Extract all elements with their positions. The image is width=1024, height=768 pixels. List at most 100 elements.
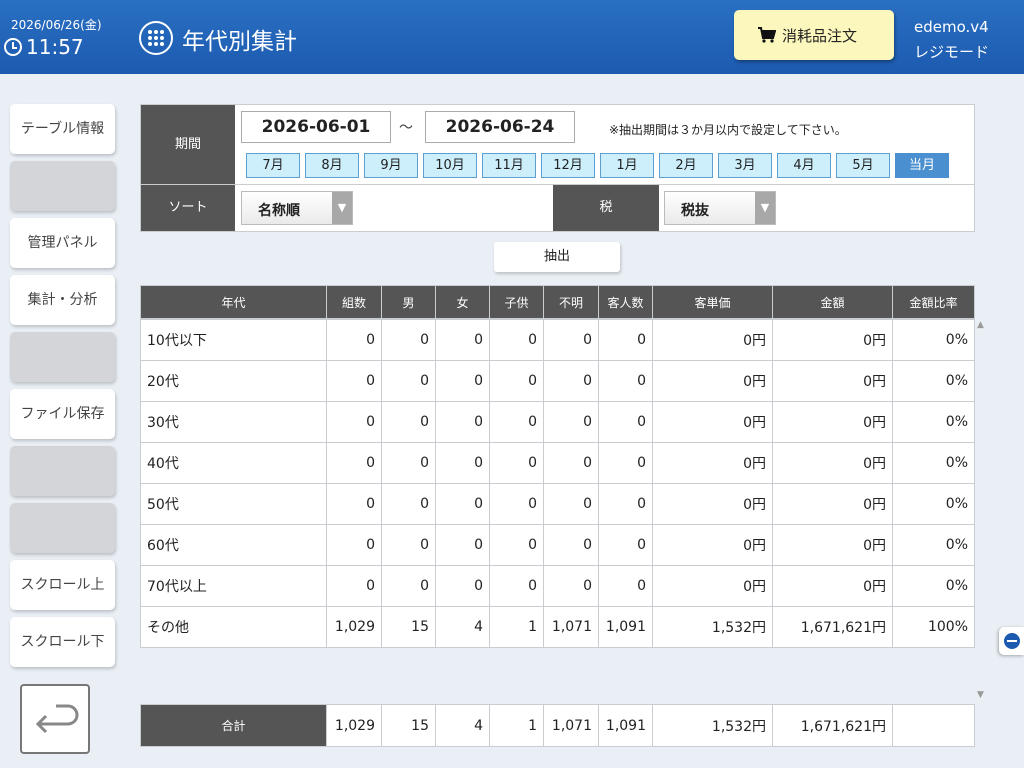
sort-label: ソート xyxy=(141,185,235,231)
table-cell: 0円 xyxy=(772,524,893,566)
month-button[interactable]: 10月 xyxy=(423,153,477,178)
table-cell: 0 xyxy=(435,360,490,402)
table-row[interactable]: 40代 0 0 0 0 0 0 0円 0円 0% xyxy=(140,442,975,484)
remote-support-tab[interactable] xyxy=(999,627,1024,655)
cart-icon xyxy=(758,27,776,43)
order-supplies-label: 消耗品注文 xyxy=(782,27,858,45)
table-cell: 0 xyxy=(435,401,490,443)
total-cell: 1,029 xyxy=(326,704,382,747)
sidebar-table-info-button[interactable]: テーブル情報 xyxy=(10,104,115,154)
table-cell: 1,532円 xyxy=(652,606,773,648)
sidebar-save-file-button[interactable]: ファイル保存 xyxy=(10,389,115,439)
total-cell: 1,071 xyxy=(543,704,599,747)
table-cell: 0 xyxy=(326,360,382,402)
table-cell: 0 xyxy=(598,483,653,525)
table-cell: 15 xyxy=(381,606,436,648)
table-cell: 0 xyxy=(598,442,653,484)
column-header: 男 xyxy=(381,285,436,319)
mode-label: レジモード xyxy=(914,43,990,61)
table-cell: 0 xyxy=(435,319,490,361)
table-cell: 0 xyxy=(326,319,382,361)
month-button[interactable]: 12月 xyxy=(541,153,595,178)
column-header: 子供 xyxy=(489,285,544,319)
table-cell: 0 xyxy=(543,360,599,402)
table-cell: 0 xyxy=(435,565,490,607)
table-cell: 0円 xyxy=(772,319,893,361)
grid-menu-icon[interactable] xyxy=(139,21,173,55)
extract-button[interactable]: 抽出 xyxy=(494,242,620,272)
return-arrow-icon xyxy=(35,704,79,734)
order-supplies-button[interactable]: 消耗品注文 xyxy=(734,10,894,60)
period-label: 期間 xyxy=(141,105,235,185)
chevron-down-icon: ▼ xyxy=(332,192,352,224)
current-month-button[interactable]: 当月 xyxy=(895,153,949,178)
column-header: 不明 xyxy=(543,285,599,319)
table-cell: 1,671,621円 xyxy=(772,606,893,648)
sort-select[interactable]: 名称順 ▼ xyxy=(241,191,353,225)
sidebar-empty-button xyxy=(10,161,115,211)
sidebar-scroll-up-button[interactable]: スクロール上 xyxy=(10,560,115,610)
table-cell: 0% xyxy=(892,360,975,402)
total-cell: 1,671,621円 xyxy=(772,704,893,747)
sidebar-scroll-down-button[interactable]: スクロール下 xyxy=(10,617,115,667)
month-button[interactable]: 11月 xyxy=(482,153,536,178)
table-row[interactable]: 70代以上 0 0 0 0 0 0 0円 0円 0% xyxy=(140,565,975,607)
table-row[interactable]: 50代 0 0 0 0 0 0 0円 0円 0% xyxy=(140,483,975,525)
table-cell: その他 xyxy=(140,606,327,648)
table-header: 年代 組数 男 女 子供 不明 客人数 客単価 金額 金額比率 xyxy=(140,285,975,319)
month-button[interactable]: 9月 xyxy=(364,153,418,178)
header-bar: 2026/06/26(金) 11:57 年代別集計 消耗品注文 edemo.v4… xyxy=(0,0,1024,74)
month-button[interactable]: 8月 xyxy=(305,153,359,178)
table-cell: 0 xyxy=(598,319,653,361)
month-button[interactable]: 7月 xyxy=(246,153,300,178)
table-row[interactable]: 10代以下 0 0 0 0 0 0 0円 0円 0% xyxy=(140,319,975,361)
table-cell: 0 xyxy=(489,442,544,484)
month-button[interactable]: 3月 xyxy=(718,153,772,178)
table-cell: 0円 xyxy=(652,319,773,361)
tax-select[interactable]: 税抜 ▼ xyxy=(664,191,776,225)
table-cell: 0% xyxy=(892,442,975,484)
table-scroll-down-icon[interactable]: ▼ xyxy=(977,690,984,700)
table-cell: 0円 xyxy=(772,360,893,402)
table-cell: 0 xyxy=(435,524,490,566)
header-time: 11:57 xyxy=(4,35,84,59)
start-date-field[interactable]: 2026-06-01 xyxy=(241,111,391,143)
sidebar-analysis-button[interactable]: 集計・分析 xyxy=(10,275,115,325)
month-button[interactable]: 2月 xyxy=(659,153,713,178)
table-cell: 0 xyxy=(489,483,544,525)
sidebar-empty-button xyxy=(10,332,115,382)
table-cell: 0円 xyxy=(652,360,773,402)
table-cell: 0円 xyxy=(652,565,773,607)
end-date-field[interactable]: 2026-06-24 xyxy=(425,111,575,143)
table-scroll-up-icon[interactable]: ▲ xyxy=(977,320,984,330)
table-cell: 0 xyxy=(381,483,436,525)
table-cell: 0 xyxy=(381,401,436,443)
table-cell: 4 xyxy=(435,606,490,648)
table-cell: 0 xyxy=(598,360,653,402)
period-note: ※抽出期間は３か月以内で設定して下さい。 xyxy=(609,123,847,137)
column-header: 女 xyxy=(435,285,490,319)
table-cell: 10代以下 xyxy=(140,319,327,361)
back-button[interactable] xyxy=(20,684,90,754)
table-cell: 100% xyxy=(892,606,975,648)
table-cell: 60代 xyxy=(140,524,327,566)
month-button[interactable]: 4月 xyxy=(777,153,831,178)
table-cell: 0 xyxy=(543,401,599,443)
month-button[interactable]: 1月 xyxy=(600,153,654,178)
table-cell: 0 xyxy=(598,401,653,443)
table-row[interactable]: 60代 0 0 0 0 0 0 0円 0円 0% xyxy=(140,524,975,566)
table-cell: 0円 xyxy=(652,524,773,566)
table-cell: 0 xyxy=(381,360,436,402)
date-separator: ～ xyxy=(399,120,413,136)
table-row[interactable]: その他 1,029 15 4 1 1,071 1,091 1,532円 1,67… xyxy=(140,606,975,648)
table-cell: 1,071 xyxy=(543,606,599,648)
table-cell: 0 xyxy=(489,565,544,607)
sidebar-admin-panel-button[interactable]: 管理パネル xyxy=(10,218,115,268)
month-button[interactable]: 5月 xyxy=(836,153,890,178)
table-cell: 1,091 xyxy=(598,606,653,648)
table-row[interactable]: 30代 0 0 0 0 0 0 0円 0円 0% xyxy=(140,401,975,443)
table-cell: 0 xyxy=(489,401,544,443)
table-row[interactable]: 20代 0 0 0 0 0 0 0円 0円 0% xyxy=(140,360,975,402)
table-cell: 0 xyxy=(489,524,544,566)
table-cell: 70代以上 xyxy=(140,565,327,607)
